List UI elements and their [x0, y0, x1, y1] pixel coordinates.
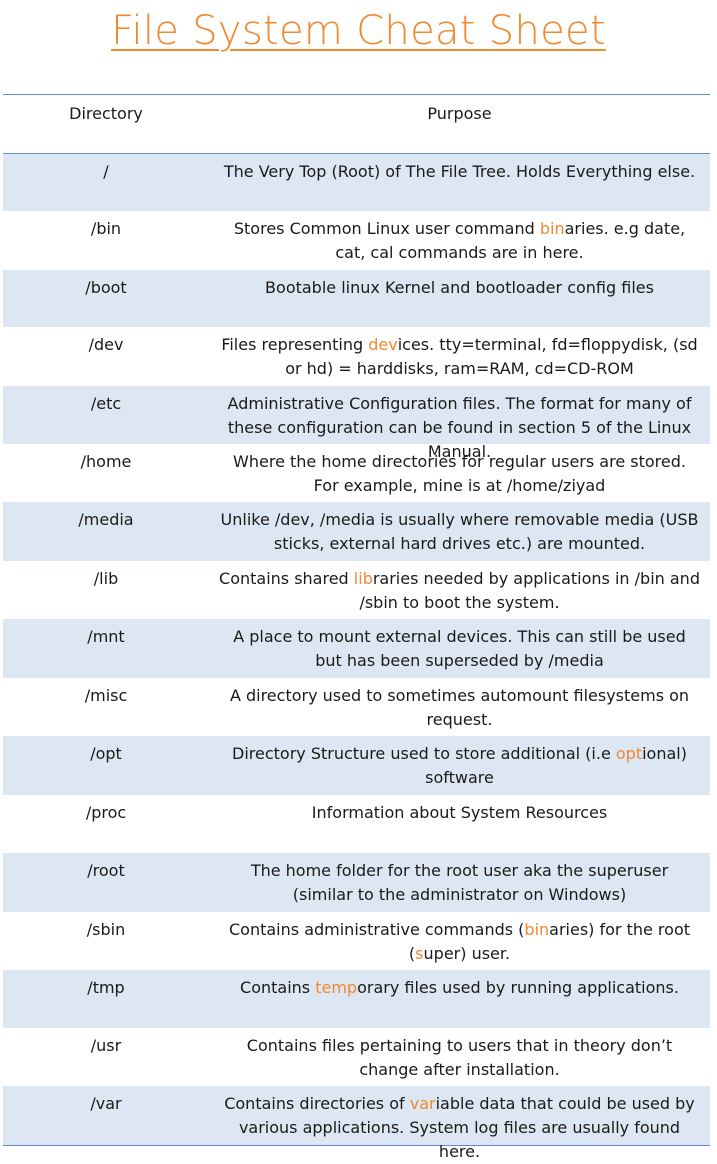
highlight-text: var: [409, 1094, 436, 1113]
purpose-text: A directory used to sometimes automount …: [229, 686, 690, 729]
purpose-text: The Very Top (Root) of The File Tree. Ho…: [223, 162, 696, 181]
highlight-text: lib: [353, 569, 373, 588]
purpose-text: raries needed by applications in /bin an…: [359, 569, 700, 612]
directory-cell: /dev: [88, 335, 124, 354]
purpose-cell: The Very Top (Root) of The File Tree. Ho…: [209, 160, 710, 184]
table-row: /media Unlike /dev, /media is usually whe…: [3, 502, 710, 561]
purpose-text: orary files used by running applications…: [357, 978, 679, 997]
purpose-cell: Directory Structure used to store additi…: [209, 742, 710, 790]
purpose-text: The home folder for the root user aka th…: [250, 861, 669, 904]
purpose-cell: Contains shared libraries needed by appl…: [209, 567, 710, 615]
purpose-text: A place to mount external devices. This …: [233, 627, 686, 670]
purpose-text: Contains administrative commands (: [229, 920, 525, 939]
purpose-cell: Contains temporary files used by running…: [209, 976, 710, 1000]
purpose-cell: Information about System Resources: [209, 801, 710, 825]
directory-cell: /lib: [93, 569, 119, 588]
directory-cell: /usr: [90, 1036, 122, 1055]
table-header: Directory Purpose: [3, 94, 710, 154]
purpose-text: Bootable linux Kernel and bootloader con…: [265, 278, 654, 297]
table-row: /boot Bootable linux Kernel and bootloade…: [3, 270, 710, 327]
purpose-cell: Files representing devices. tty=terminal…: [209, 333, 710, 381]
directory-cell: /misc: [84, 686, 128, 705]
highlight-text: temp: [315, 978, 358, 997]
cheat-sheet-table: Directory Purpose / The Very Top (Root) o…: [3, 94, 710, 1161]
table-row: /tmp Contains temporary files used by run…: [3, 970, 710, 1028]
directory-cell: /boot: [85, 278, 127, 297]
directory-cell: /root: [87, 861, 125, 880]
purpose-cell: Stores Common Linux user command binarie…: [209, 217, 710, 265]
purpose-text: Contains shared: [219, 569, 354, 588]
purpose-cell: Contains administrative commands (binari…: [209, 918, 710, 966]
directory-cell: /mnt: [87, 627, 125, 646]
purpose-cell: Where the home directories for regular u…: [209, 450, 710, 498]
highlight-text: dev: [368, 335, 398, 354]
highlight-text: opt: [615, 744, 643, 763]
table-row: /bin Stores Common Linux user command bin…: [3, 211, 710, 270]
directory-cell: /sbin: [86, 920, 126, 939]
table-row: / The Very Top (Root) of The File Tree. H…: [3, 154, 710, 211]
table-row: /root The home folder for the root user a…: [3, 853, 710, 912]
purpose-text: Contains directories of: [224, 1094, 410, 1113]
directory-cell: /opt: [90, 744, 122, 763]
directory-cell: /home: [80, 452, 132, 471]
purpose-cell: Contains files pertaining to users that …: [209, 1034, 710, 1082]
directory-cell: /proc: [85, 803, 127, 822]
directory-cell: /var: [90, 1094, 122, 1113]
highlight-text: s: [415, 944, 424, 963]
table-row: /home Where the home directories for regu…: [3, 444, 710, 502]
purpose-text: Contains files pertaining to users that …: [246, 1036, 673, 1079]
table-row: /mnt A place to mount external devices. T…: [3, 619, 710, 678]
table-row: /opt Directory Structure used to store ad…: [3, 736, 710, 795]
table-row: /misc A directory used to sometimes autom…: [3, 678, 710, 736]
table-row: /usr Contains files pertaining to users t…: [3, 1028, 710, 1086]
directory-cell: /media: [78, 510, 134, 529]
purpose-text: Information about System Resources: [311, 803, 608, 822]
header-directory: Directory: [69, 104, 143, 123]
table-body: / The Very Top (Root) of The File Tree. H…: [3, 154, 710, 1161]
purpose-text: Unlike /dev, /media is usually where rem…: [220, 510, 699, 553]
directory-cell: /etc: [90, 394, 122, 413]
header-purpose: Purpose: [427, 104, 492, 123]
purpose-cell: Bootable linux Kernel and bootloader con…: [209, 276, 710, 300]
directory-cell: /tmp: [87, 978, 125, 997]
purpose-text: Contains: [240, 978, 316, 997]
table-row: /sbin Contains administrative commands (b…: [3, 912, 710, 970]
purpose-text: Where the home directories for regular u…: [233, 452, 686, 495]
purpose-cell: A place to mount external devices. This …: [209, 625, 710, 673]
highlight-text: bin: [524, 920, 550, 939]
purpose-cell: Contains directories of variable data th…: [209, 1092, 710, 1164]
directory-cell: /bin: [90, 219, 122, 238]
directory-cell: /: [103, 162, 109, 181]
table-row: /var Contains directories of variable dat…: [3, 1086, 710, 1161]
table-row: /dev Files representing devices. tty=term…: [3, 327, 710, 386]
purpose-text: Files representing: [221, 335, 369, 354]
purpose-text: Stores Common Linux user command: [233, 219, 540, 238]
purpose-text: uper) user.: [423, 944, 511, 963]
purpose-cell: The home folder for the root user aka th…: [209, 859, 710, 907]
table-row: /etc Administrative Configuration files. …: [3, 386, 710, 461]
page-title: File System Cheat Sheet: [111, 8, 606, 54]
table-row: /lib Contains shared libraries needed by …: [3, 561, 710, 619]
purpose-text: Directory Structure used to store additi…: [232, 744, 616, 763]
purpose-cell: Unlike /dev, /media is usually where rem…: [209, 508, 710, 556]
purpose-cell: A directory used to sometimes automount …: [209, 684, 710, 732]
highlight-text: bin: [539, 219, 565, 238]
table-row: /proc Information about System Resources: [3, 795, 710, 853]
